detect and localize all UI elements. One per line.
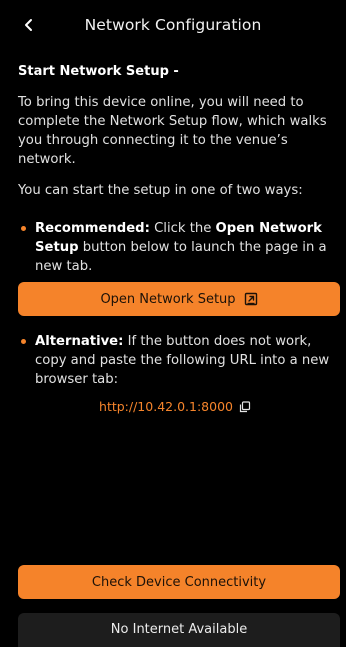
recommended-bullet: Recommended: Click the Open Network Setu… — [18, 219, 332, 276]
check-connectivity-label: Check Device Connectivity — [91, 574, 267, 590]
recommended-text-before: Click the — [149, 221, 216, 236]
header: Network Configuration — [0, 0, 346, 52]
recommended-label: Recommended: — [35, 221, 150, 236]
alternative-label: Alternative: — [35, 334, 124, 349]
no-internet-label: No Internet Available — [110, 622, 248, 637]
open-network-setup-button[interactable]: Open Network Setup — [18, 282, 340, 316]
network-setup-content: Start Network Setup - To bring this devi… — [18, 64, 340, 414]
bullet-dot — [21, 339, 26, 344]
recommended-text-after: button below to launch the page in a new… — [35, 240, 327, 274]
section-heading: Start Network Setup - — [18, 64, 179, 79]
setup-url[interactable]: http://10.42.0.1:8000 — [99, 399, 233, 414]
bullet-dot — [21, 226, 26, 231]
alternative-bullet: Alternative: If the button does not work… — [18, 332, 332, 389]
intro-text: To bring this device online, you will ne… — [18, 95, 327, 167]
setup-url-row[interactable]: http://10.42.0.1:8000 — [18, 399, 332, 414]
check-device-connectivity-button[interactable]: Check Device Connectivity — [18, 565, 340, 599]
copy-icon[interactable] — [239, 400, 251, 413]
page-title: Network Configuration — [84, 16, 262, 34]
setup-ways-text: You can start the setup in one of two wa… — [18, 183, 303, 198]
open-network-setup-label: Open Network Setup — [100, 291, 236, 307]
external-link-icon — [244, 292, 258, 306]
